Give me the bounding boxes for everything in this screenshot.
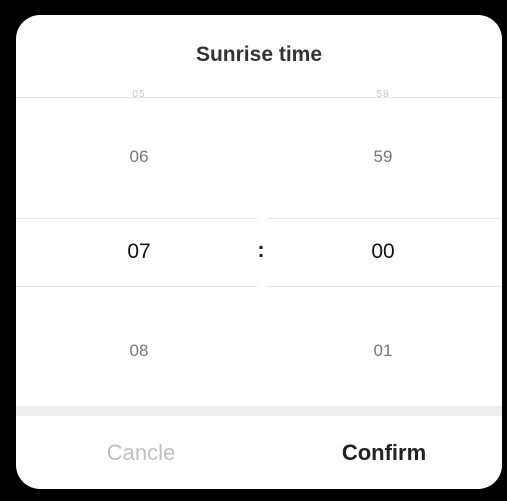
- hour-wheel[interactable]: 05 06 07 08 09: [49, 87, 229, 419]
- minute-option-next[interactable]: 01: [293, 341, 473, 361]
- minute-selected[interactable]: 00: [293, 240, 473, 264]
- selection-top-line-right: [267, 218, 502, 219]
- selection-bottom-line-right: [267, 286, 502, 287]
- confirm-button[interactable]: Confirm: [284, 440, 484, 466]
- dialog-title: Sunrise time: [195, 43, 323, 66]
- picker-bottom-fade: [16, 406, 502, 416]
- hour-option-faded[interactable]: 05: [49, 89, 229, 100]
- cancel-button[interactable]: Cancle: [41, 440, 241, 466]
- selection-top-line-left: [16, 218, 257, 219]
- minute-option-faded[interactable]: 58: [293, 89, 473, 100]
- hour-selected[interactable]: 07: [49, 240, 229, 264]
- minute-option-previous[interactable]: 59: [293, 147, 473, 167]
- minute-wheel[interactable]: 58 59 00 01 02: [293, 87, 473, 419]
- time-picker[interactable]: 05 06 07 08 09 : 58 59 00 01 02: [16, 87, 502, 419]
- selection-bottom-line-left: [16, 286, 257, 287]
- sunrise-time-dialog: Sunrise time 05 06 07 08 09 : 58 59 00 0…: [16, 15, 502, 489]
- hour-option-previous[interactable]: 06: [49, 147, 229, 167]
- hour-option-next[interactable]: 08: [49, 341, 229, 361]
- dialog-footer: Cancle Confirm: [16, 416, 502, 489]
- time-separator: :: [257, 237, 265, 262]
